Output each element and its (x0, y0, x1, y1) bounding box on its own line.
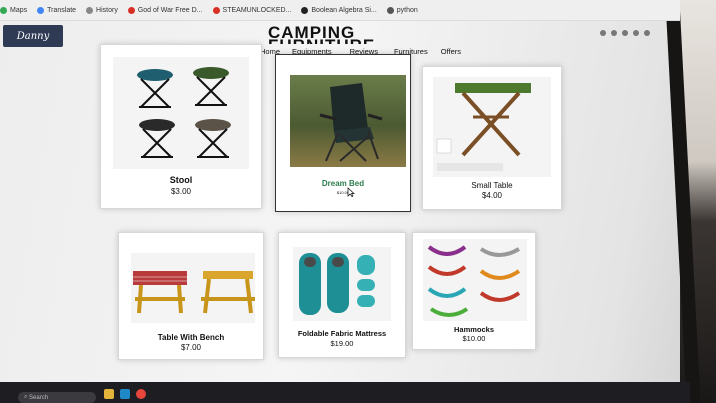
product-card-small-table[interactable]: Small Table $4.00 (422, 66, 562, 210)
bookmark-maps[interactable]: Maps (0, 6, 27, 14)
product-name: Foldable Fabric Mattress (297, 329, 387, 338)
bookmark-steamunlocked[interactable]: STEAMUNLOCKED... (212, 6, 291, 14)
star-icon[interactable] (611, 30, 617, 36)
taskbar-search[interactable]: ⌕ Search (18, 392, 96, 403)
product-price: $4.00 (481, 191, 503, 200)
product-price: $10.00 (336, 190, 350, 195)
bookmark-boolean-algebra[interactable]: Boolean Algebra Si... (301, 6, 377, 14)
product-price: $3.00 (170, 187, 192, 196)
page-title: CAMPING FURNITURE (268, 26, 374, 44)
site-logo[interactable]: Danny (3, 25, 63, 47)
product-name: Dream Bed (321, 179, 365, 188)
nav-offers[interactable]: Offers (441, 47, 461, 56)
product-price: $10.00 (462, 334, 486, 343)
profile-icon[interactable] (633, 30, 639, 36)
product-price: $7.00 (180, 343, 202, 352)
product-price: $19.00 (330, 339, 354, 348)
stool-image (113, 57, 249, 169)
share-icon[interactable] (600, 30, 606, 36)
camping-chair-image (290, 75, 406, 167)
cursor-icon (347, 187, 355, 197)
table-with-bench-image (131, 253, 255, 323)
bookmark-python[interactable]: python (386, 6, 418, 14)
file-explorer-icon[interactable] (104, 389, 114, 399)
sleeping-bag-icon (299, 253, 375, 315)
bookmark-godofwar[interactable]: God of War Free D... (127, 6, 203, 14)
product-name: Table With Bench (157, 333, 225, 342)
product-card-dream-bed[interactable]: Dream Bed $10.00 (275, 54, 411, 212)
product-name: Small Table (471, 181, 513, 190)
product-name: Stool (169, 175, 193, 185)
product-card-stool[interactable]: Stool $3.00 (100, 44, 262, 209)
hammocks-image (423, 239, 527, 321)
bookmark-history[interactable]: History (86, 6, 118, 14)
maps-icon (0, 6, 7, 14)
history-icon (86, 6, 94, 14)
product-card-foldable-fabric-mattress[interactable]: Foldable Fabric Mattress $19.00 (278, 232, 406, 358)
extension-icon[interactable] (622, 30, 628, 36)
small-table-image (433, 77, 551, 177)
browser-toolbar-icons (600, 30, 650, 36)
edge-icon[interactable] (120, 389, 130, 399)
bookmark-icon (127, 6, 135, 14)
product-card-hammocks[interactable]: Hammocks $10.00 (412, 232, 536, 350)
bookmark-translate[interactable]: Translate (37, 6, 76, 14)
chrome-icon[interactable] (136, 389, 146, 399)
bookmark-icon (212, 6, 220, 14)
product-card-table-with-bench[interactable]: Table With Bench $7.00 (118, 232, 264, 360)
sleeping-bag-image (293, 247, 391, 321)
bookmarks-bar: Maps Translate History God of War Free D… (0, 0, 680, 21)
bookmark-icon (301, 6, 309, 14)
product-name: Hammocks (453, 325, 495, 334)
menu-icon[interactable] (644, 30, 650, 36)
document-icon (386, 6, 394, 14)
translate-icon (37, 6, 45, 14)
